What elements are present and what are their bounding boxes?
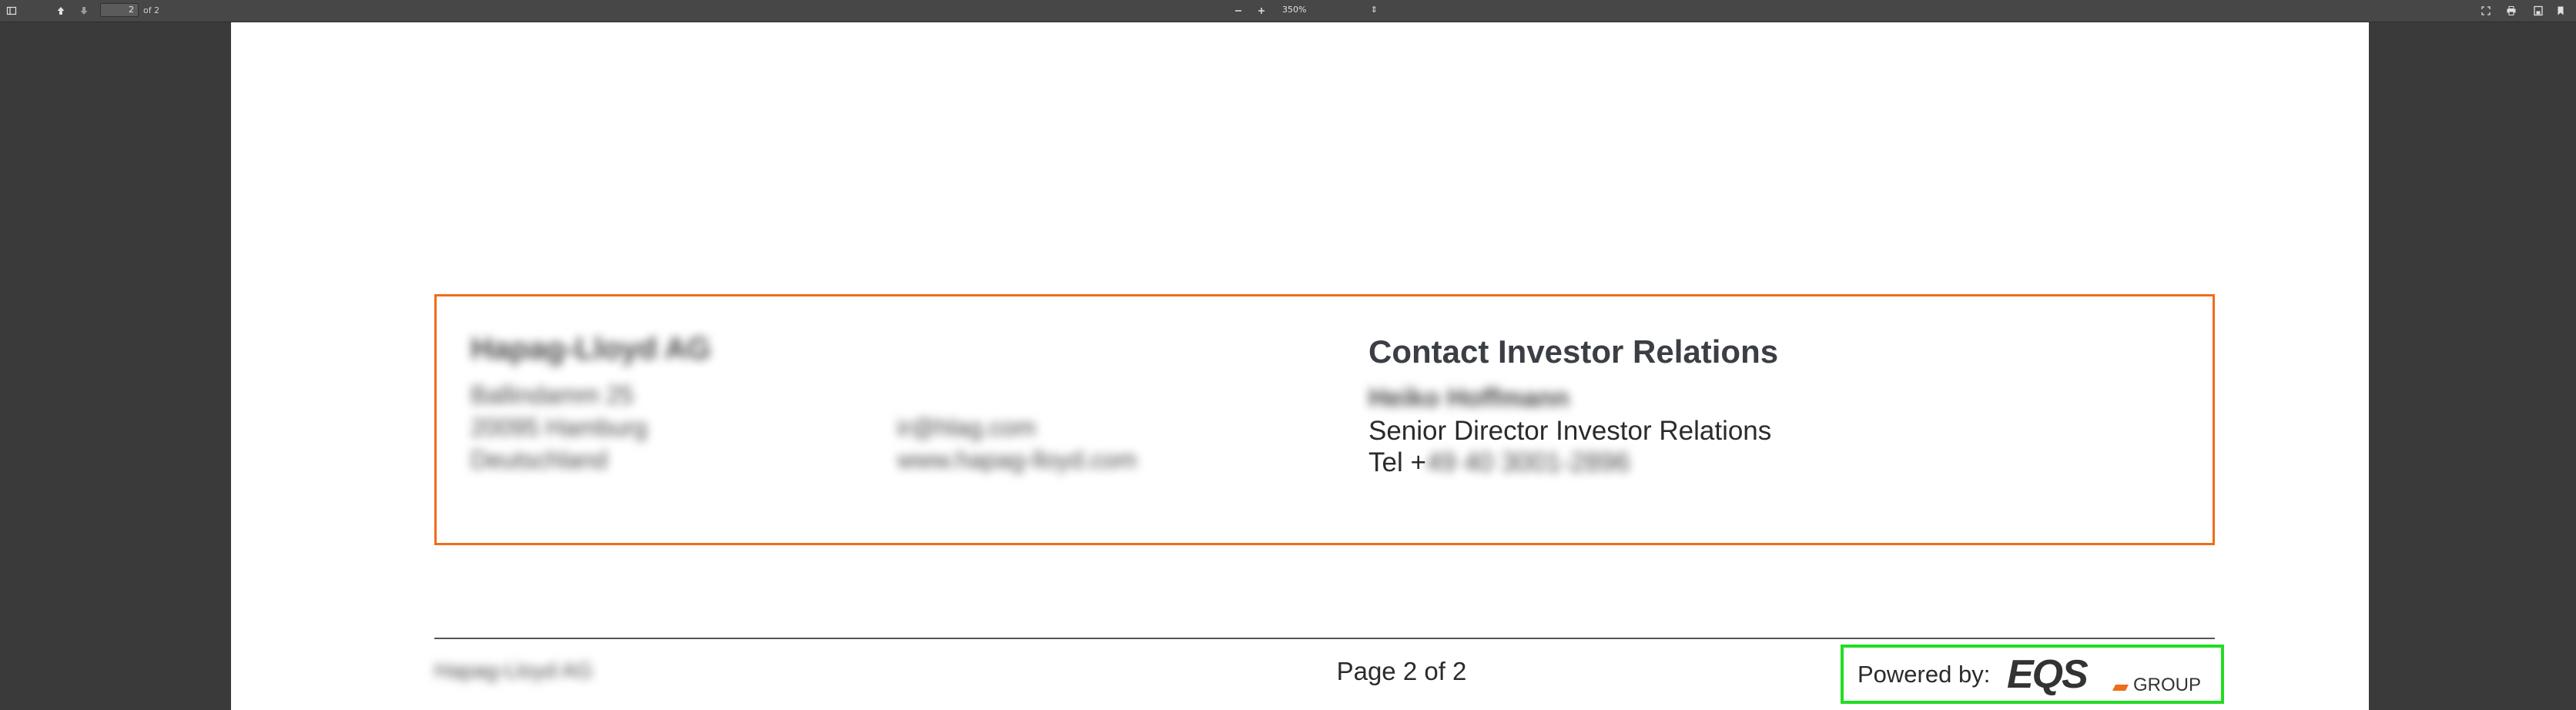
logo-main-text: EQS <box>2007 654 2089 696</box>
company-email: ir@hlag.com <box>897 414 1037 441</box>
eqs-group-logo: EQS GROUP <box>2007 654 2201 696</box>
tel-label: Tel + <box>1368 447 1426 477</box>
contact-box: Hapag-Lloyd AG Ballindamm 25 20095 Hambu… <box>434 294 2215 545</box>
address-city: 20095 Hamburg <box>471 414 648 441</box>
document-page: Hapag-Lloyd AG Ballindamm 25 20095 Hambu… <box>231 22 2369 710</box>
powered-by-badge[interactable]: Powered by: EQS GROUP <box>1841 645 2224 704</box>
download-icon[interactable] <box>2530 3 2547 18</box>
pdf-viewer-toolbar: 2 of 2 350% ⇕ <box>0 0 2576 22</box>
footer-divider <box>434 638 2215 639</box>
contact-telephone: Tel +49 40 3001-2896 <box>1368 447 1630 478</box>
contact-title: Contact Investor Relations <box>1368 333 1779 370</box>
address-street: Ballindamm 25 <box>471 381 634 409</box>
zoom-out-icon[interactable] <box>1230 3 1247 18</box>
zoom-dropdown-arrow-icon: ⇕ <box>1370 5 1378 15</box>
bookmark-icon[interactable] <box>2552 3 2569 18</box>
zoom-select[interactable]: 350% ⇕ <box>1275 3 1383 17</box>
next-page-icon[interactable] <box>75 3 92 18</box>
zoom-in-icon[interactable] <box>1253 3 1270 18</box>
logo-accent-mark <box>2112 685 2129 691</box>
tel-number: 49 40 3001-2896 <box>1425 447 1630 477</box>
contact-role: Senior Director Investor Relations <box>1368 416 1772 446</box>
page-number-input[interactable]: 2 <box>100 3 139 17</box>
company-website: www.hapag-lloyd.com <box>897 446 1137 474</box>
print-icon[interactable] <box>2503 3 2520 18</box>
zoom-value: 350% <box>1282 5 1307 15</box>
address-country: Deutschland <box>471 446 608 474</box>
fullscreen-icon[interactable] <box>2477 3 2494 18</box>
logo-sub-text: GROUP <box>2133 675 2201 695</box>
page-count-label: of 2 <box>143 5 160 15</box>
company-name: Hapag-Lloyd AG <box>471 332 711 366</box>
footer-page-number: Page 2 of 2 <box>1336 657 1467 685</box>
powered-by-label: Powered by: <box>1857 661 1991 688</box>
sidebar-icon[interactable] <box>3 3 20 18</box>
previous-page-icon[interactable] <box>52 3 69 18</box>
contact-name: Heiko Hoffmann <box>1368 383 1569 413</box>
footer-company: Hapag-Lloyd AG <box>434 658 593 682</box>
